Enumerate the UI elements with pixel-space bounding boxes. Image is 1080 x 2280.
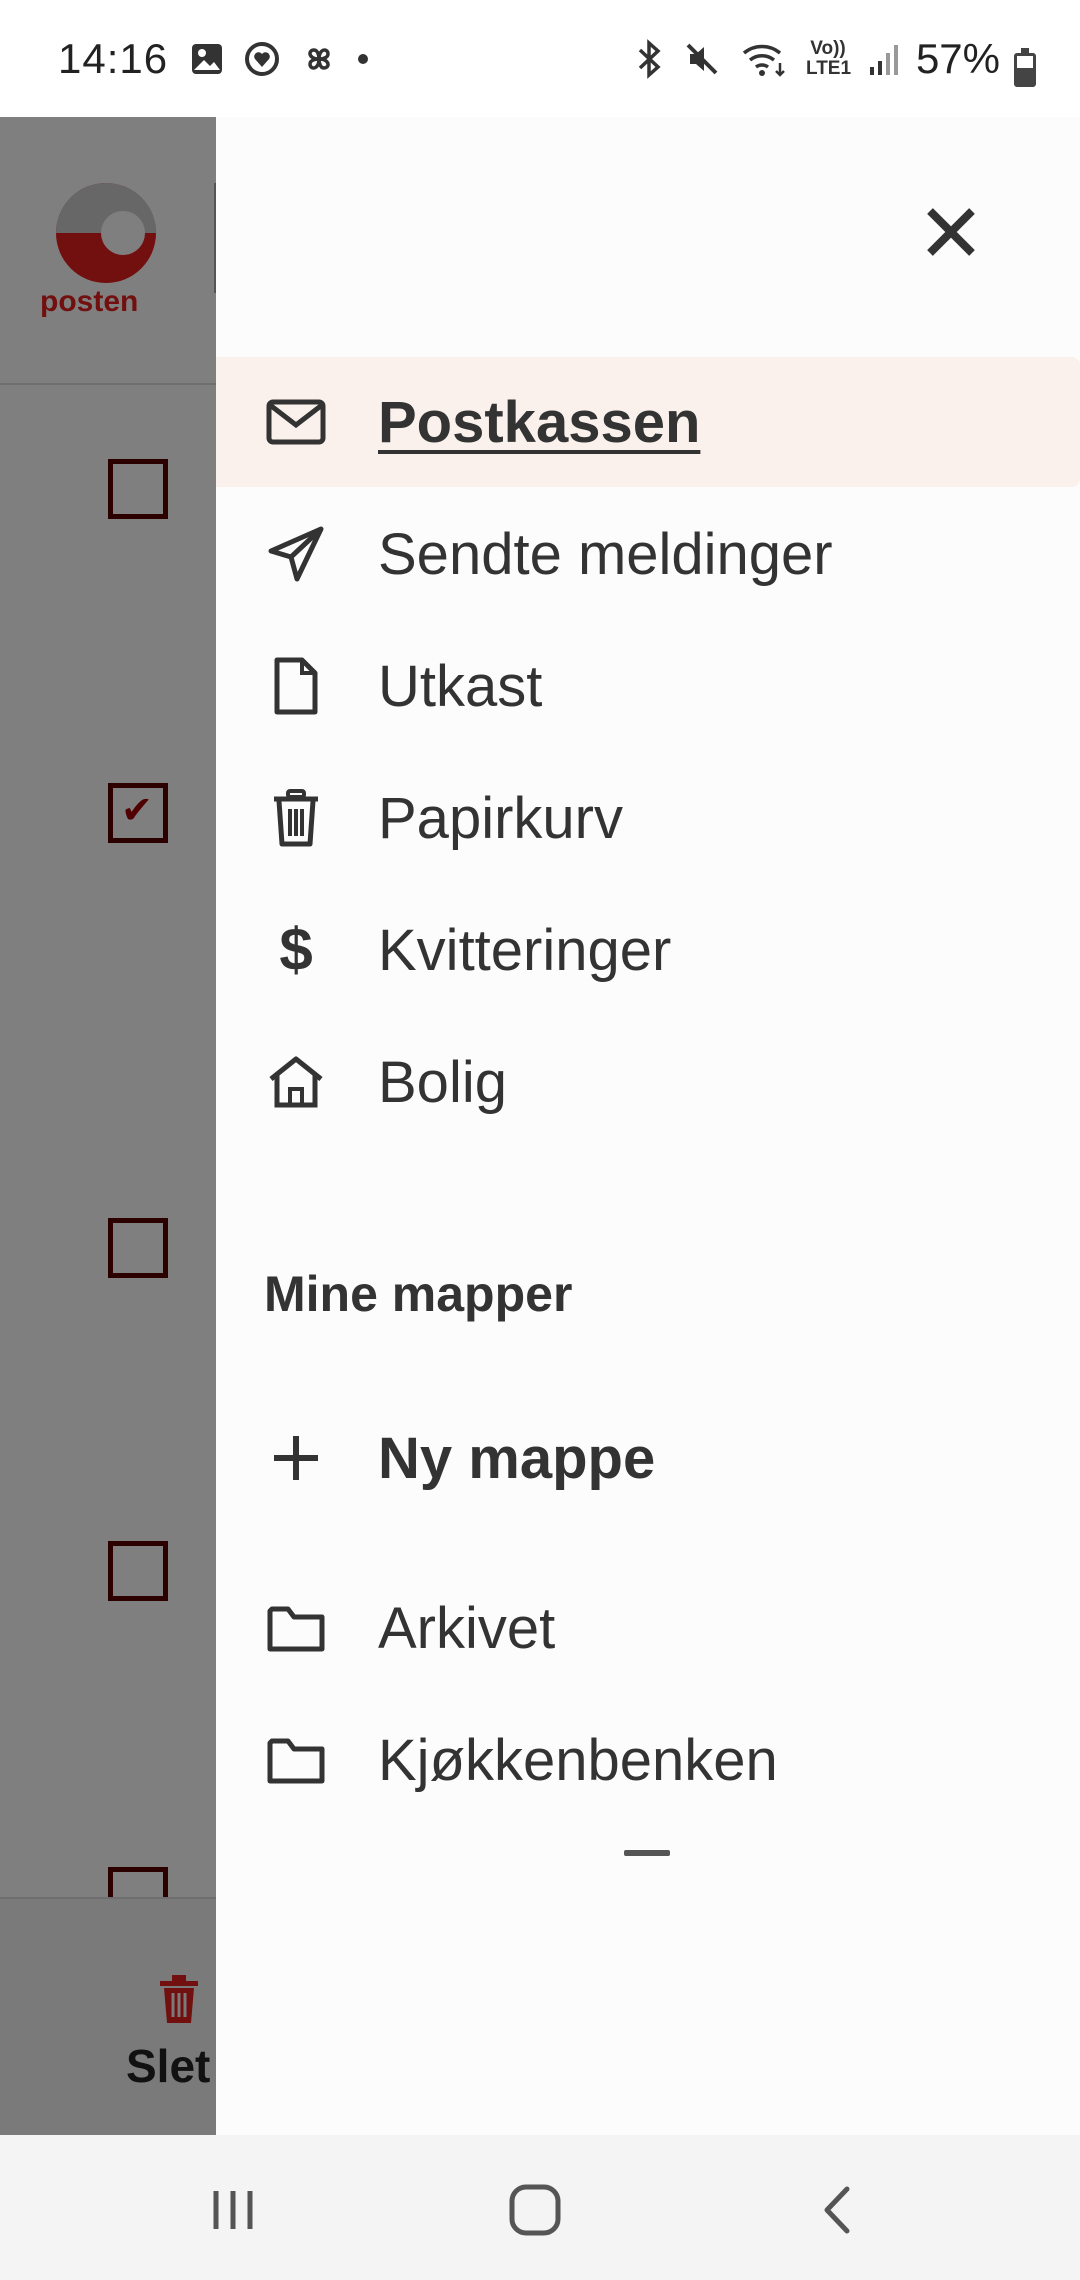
nav-item-label: Bolig (378, 1049, 507, 1115)
scroll-handle[interactable] (624, 1850, 670, 1856)
file-icon (264, 654, 328, 718)
battery-fill (1017, 68, 1033, 84)
nav-item-label: Utkast (378, 653, 543, 719)
battery-icon (1014, 48, 1036, 87)
folder-icon (264, 1596, 328, 1660)
nav-item-label: Postkassen (378, 389, 701, 455)
folder-item-kjokkenbenken[interactable]: Kjøkkenbenken (216, 1695, 1080, 1825)
status-left-icons (190, 40, 369, 78)
status-bar: 14:16 Vo)) LTE1 57% (0, 0, 1080, 117)
bluetooth-icon (638, 38, 661, 79)
gallery-icon (192, 43, 223, 74)
new-folder-button[interactable]: Ny mappe (216, 1393, 1080, 1523)
navigation-drawer: Postkassen Sendte meldinger Utkast Papir… (216, 117, 1080, 2135)
close-icon (927, 208, 975, 256)
nav-item-label: Kvitteringer (378, 917, 672, 983)
volte-label: Vo)) LTE1 (806, 37, 852, 79)
home-circle-icon (509, 2184, 561, 2236)
pinwheel-icon (308, 47, 330, 70)
trash-icon (264, 786, 328, 850)
nav-item-postkassen[interactable]: Postkassen (216, 357, 1080, 487)
dollar-icon: $ (279, 916, 313, 983)
mute-icon (686, 43, 718, 74)
notification-dot-icon (358, 53, 369, 64)
close-button[interactable] (916, 197, 986, 267)
volte-icon: Vo)) LTE1 (806, 37, 852, 79)
back-button[interactable] (792, 2165, 882, 2255)
status-right-icons: Vo)) LTE1 (634, 0, 902, 117)
back-icon (824, 2186, 850, 2234)
battery-percent: 57% (915, 35, 1000, 82)
system-nav-bar (0, 2135, 1080, 2280)
folders-heading: Mine mapper (264, 1266, 573, 1322)
mail-icon (264, 390, 328, 454)
folder-icon (264, 1728, 328, 1792)
send-icon (264, 522, 328, 586)
recents-button[interactable] (188, 2165, 278, 2255)
nav-item-sendte-meldinger[interactable]: Sendte meldinger (216, 489, 1080, 619)
folder-item-arkivet[interactable]: Arkivet (216, 1563, 1080, 1693)
wifi-icon (742, 44, 785, 77)
plus-icon (264, 1426, 328, 1490)
heart-circle-icon (245, 41, 280, 76)
nav-item-utkast[interactable]: Utkast (216, 621, 1080, 751)
nav-item-label: Papirkurv (378, 785, 623, 851)
folder-label: Kjøkkenbenken (378, 1727, 778, 1793)
recents-icon (213, 2191, 253, 2229)
folder-label: Arkivet (378, 1595, 556, 1661)
nav-item-bolig[interactable]: Bolig (216, 1017, 1080, 1147)
nav-item-label: Sendte meldinger (378, 521, 833, 587)
nav-item-papirkurv[interactable]: Papirkurv (216, 753, 1080, 883)
home-icon (264, 1050, 328, 1114)
scrim-overlay[interactable] (0, 117, 216, 2135)
nav-item-kvitteringer[interactable]: $ Kvitteringer (216, 885, 1080, 1015)
signal-icon (870, 44, 898, 75)
home-button[interactable] (490, 2165, 580, 2255)
status-time: 14:16 (58, 34, 169, 82)
new-folder-label: Ny mappe (378, 1425, 656, 1491)
